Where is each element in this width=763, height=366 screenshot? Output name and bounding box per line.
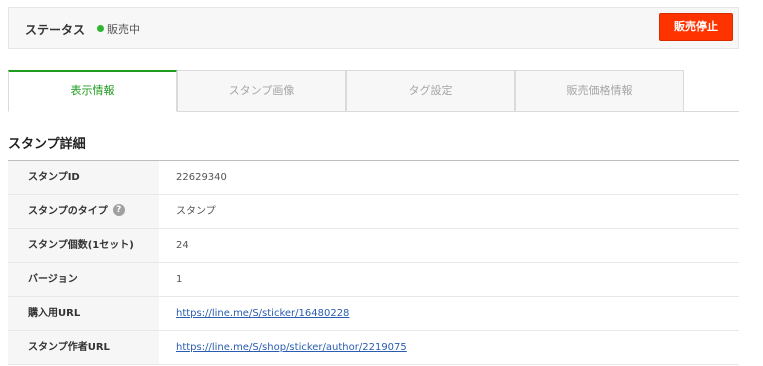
section-title: スタンプ詳細 <box>8 137 86 152</box>
table-row: バージョン 1 <box>8 263 739 297</box>
question-icon[interactable]: ? <box>112 204 125 216</box>
status-label: ステータス <box>25 23 86 37</box>
detail-table: スタンプID 22629340 スタンプのタイプ? スタンプ スタンプ個数(1セ… <box>8 160 739 365</box>
tab-bar: 表示情報 スタンプ画像 タグ設定 販売価格情報 <box>8 70 739 112</box>
table-row: スタンプ作者URL https://line.me/S/shop/sticker… <box>8 331 739 365</box>
stop-sales-button[interactable]: 販売停止 <box>659 13 733 41</box>
table-row: スタンプID 22629340 <box>8 161 739 195</box>
table-row: 購入用URL https://line.me/S/sticker/1648022… <box>8 297 739 331</box>
row-value: https://line.me/S/sticker/16480228 <box>176 297 349 330</box>
row-value: 24 <box>176 240 189 251</box>
tab-tag-settings[interactable]: タグ設定 <box>346 70 515 112</box>
status-bar: ステータス 販売中 販売停止 <box>8 7 739 49</box>
row-value: 22629340 <box>176 172 227 183</box>
row-value: 1 <box>176 274 183 285</box>
tab-sticker-images[interactable]: スタンプ画像 <box>177 70 346 112</box>
row-value: https://line.me/S/shop/sticker/author/22… <box>176 331 407 364</box>
row-label: スタンプのタイプ? <box>8 195 159 228</box>
row-label-text: スタンプのタイプ <box>28 206 108 217</box>
row-label: 購入用URL <box>8 297 159 330</box>
tab-price-info[interactable]: 販売価格情報 <box>515 70 684 112</box>
table-row: スタンプ個数(1セット) 24 <box>8 229 739 263</box>
row-label: バージョン <box>8 263 159 296</box>
row-value: スタンプ <box>176 206 216 217</box>
row-label: スタンプID <box>8 161 159 194</box>
row-label: スタンプ個数(1セット) <box>8 229 159 262</box>
row-label: スタンプ作者URL <box>8 331 159 364</box>
status-value: 販売中 <box>107 23 140 36</box>
status-dot-icon <box>97 25 104 32</box>
tab-display-info[interactable]: 表示情報 <box>8 70 177 112</box>
author-url-link[interactable]: https://line.me/S/shop/sticker/author/22… <box>176 342 407 353</box>
table-row: スタンプのタイプ? スタンプ <box>8 195 739 229</box>
purchase-url-link[interactable]: https://line.me/S/sticker/16480228 <box>176 308 349 319</box>
